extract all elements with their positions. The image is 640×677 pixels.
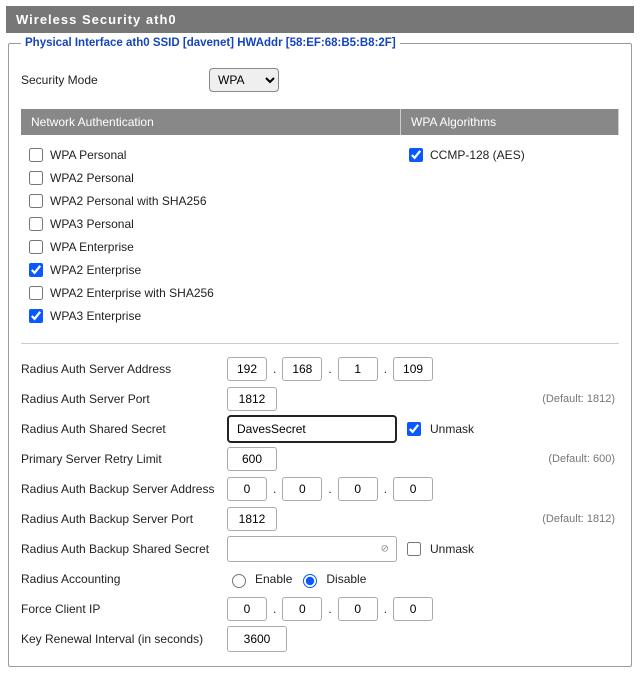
auth-column-header: Network Authentication bbox=[21, 109, 401, 135]
force-client-ip-oct3[interactable] bbox=[338, 597, 378, 621]
radius-auth-secret-unmask-checkbox[interactable] bbox=[407, 422, 421, 436]
interface-fieldset: Physical Interface ath0 SSID [davenet] H… bbox=[8, 37, 632, 667]
algo-column: CCMP-128 (AES) bbox=[401, 135, 619, 335]
radius-bkp-port-label: Radius Auth Backup Server Port bbox=[21, 512, 221, 526]
ccmp128-label: CCMP-128 (AES) bbox=[430, 148, 525, 162]
radius-accounting-disable-label: Disable bbox=[326, 572, 366, 586]
security-mode-label: Security Mode bbox=[21, 73, 201, 87]
radius-bkp-server-oct4[interactable] bbox=[393, 477, 433, 501]
force-client-ip-oct1[interactable] bbox=[227, 597, 267, 621]
force-client-ip-label: Force Client IP bbox=[21, 602, 221, 616]
radius-auth-server-oct3[interactable] bbox=[338, 357, 378, 381]
radius-accounting-disable-radio[interactable] bbox=[303, 574, 317, 588]
radius-bkp-secret-input[interactable] bbox=[227, 536, 397, 562]
key-renewal-input[interactable] bbox=[227, 626, 287, 652]
radius-auth-server-oct4[interactable] bbox=[393, 357, 433, 381]
security-mode-select[interactable]: WPA bbox=[209, 68, 279, 92]
ccmp128-checkbox[interactable] bbox=[409, 148, 423, 162]
interface-legend: Physical Interface ath0 SSID [davenet] H… bbox=[21, 37, 400, 49]
wpa-enterprise-checkbox[interactable] bbox=[29, 240, 43, 254]
radius-auth-port-label: Radius Auth Server Port bbox=[21, 392, 221, 406]
force-client-ip-oct2[interactable] bbox=[282, 597, 322, 621]
radius-auth-secret-input[interactable] bbox=[227, 415, 397, 443]
radius-bkp-secret-unmask-checkbox[interactable] bbox=[407, 542, 421, 556]
radius-bkp-server-oct1[interactable] bbox=[227, 477, 267, 501]
wpa3-enterprise-label: WPA3 Enterprise bbox=[50, 309, 141, 323]
radius-auth-secret-unmask-label: Unmask bbox=[430, 422, 474, 436]
page-title: Wireless Security ath0 bbox=[16, 12, 177, 27]
wpa3-personal-checkbox[interactable] bbox=[29, 217, 43, 231]
radius-auth-server-oct1[interactable] bbox=[227, 357, 267, 381]
radius-auth-server-label: Radius Auth Server Address bbox=[21, 362, 221, 376]
radius-bkp-server-oct2[interactable] bbox=[282, 477, 322, 501]
wpa2-enterprise-sha-label: WPA2 Enterprise with SHA256 bbox=[50, 286, 214, 300]
wpa3-enterprise-checkbox[interactable] bbox=[29, 309, 43, 323]
wpa-personal-checkbox[interactable] bbox=[29, 148, 43, 162]
radius-bkp-server-oct3[interactable] bbox=[338, 477, 378, 501]
radius-accounting-label: Radius Accounting bbox=[21, 572, 221, 586]
radius-bkp-server-label: Radius Auth Backup Server Address bbox=[21, 482, 221, 496]
radius-settings: Radius Auth Server Address . . . Radius … bbox=[21, 343, 619, 654]
wpa2-personal-sha-checkbox[interactable] bbox=[29, 194, 43, 208]
radius-bkp-secret-unmask-label: Unmask bbox=[430, 542, 474, 556]
radius-bkp-secret-label: Radius Auth Backup Shared Secret bbox=[21, 542, 221, 556]
wpa2-enterprise-label: WPA2 Enterprise bbox=[50, 263, 141, 277]
wpa2-personal-label: WPA2 Personal bbox=[50, 171, 134, 185]
radius-auth-server-oct2[interactable] bbox=[282, 357, 322, 381]
retry-limit-default: (Default: 600) bbox=[548, 453, 619, 465]
radius-bkp-port-input[interactable] bbox=[227, 507, 277, 531]
wpa2-enterprise-sha-checkbox[interactable] bbox=[29, 286, 43, 300]
radius-accounting-enable-radio[interactable] bbox=[232, 574, 246, 588]
auth-column: WPA Personal WPA2 Personal WPA2 Personal… bbox=[21, 135, 401, 335]
wpa3-personal-label: WPA3 Personal bbox=[50, 217, 134, 231]
algo-column-header: WPA Algorithms bbox=[401, 109, 619, 135]
radius-bkp-port-default: (Default: 1812) bbox=[542, 513, 619, 525]
force-client-ip-oct4[interactable] bbox=[393, 597, 433, 621]
radius-auth-secret-label: Radius Auth Shared Secret bbox=[21, 422, 221, 436]
wpa2-enterprise-checkbox[interactable] bbox=[29, 263, 43, 277]
wpa2-personal-checkbox[interactable] bbox=[29, 171, 43, 185]
retry-limit-input[interactable] bbox=[227, 447, 277, 471]
wpa-enterprise-label: WPA Enterprise bbox=[50, 240, 134, 254]
wpa-personal-label: WPA Personal bbox=[50, 148, 126, 162]
key-renewal-label: Key Renewal Interval (in seconds) bbox=[21, 632, 221, 646]
radius-auth-port-input[interactable] bbox=[227, 387, 277, 411]
radius-auth-port-default: (Default: 1812) bbox=[542, 393, 619, 405]
retry-limit-label: Primary Server Retry Limit bbox=[21, 452, 221, 466]
wpa2-personal-sha-label: WPA2 Personal with SHA256 bbox=[50, 194, 207, 208]
radius-accounting-enable-label: Enable bbox=[255, 572, 292, 586]
page-header: Wireless Security ath0 bbox=[6, 6, 634, 33]
